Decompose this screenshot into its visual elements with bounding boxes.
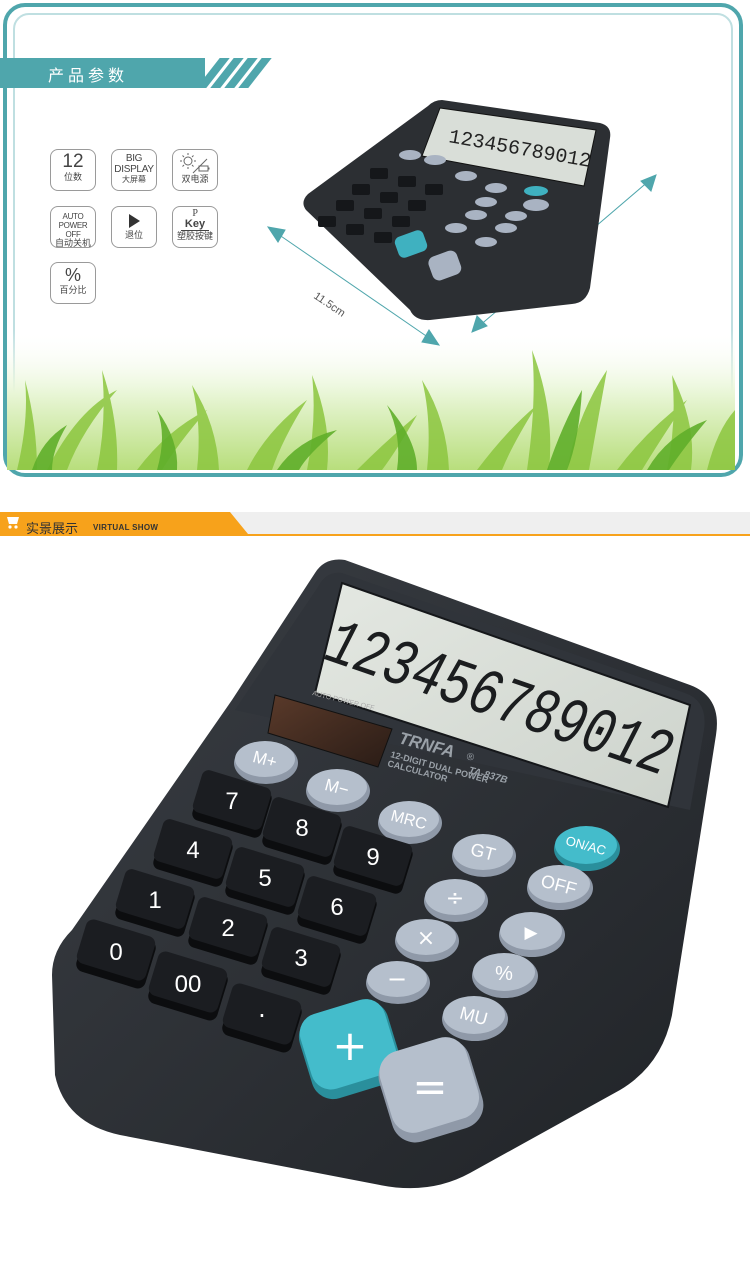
key-label: · — [258, 1002, 266, 1030]
key-label: 7 — [225, 788, 238, 815]
key-label: ▶ — [524, 923, 538, 943]
key-label: % — [495, 963, 513, 985]
key-label: + — [332, 1021, 367, 1070]
virtual-show-subtitle: VIRTUAL SHOW — [93, 523, 159, 532]
key-label: 6 — [330, 894, 343, 921]
calculator-thumbnail: 123456789012 — [303, 100, 611, 321]
key-label: = — [412, 1062, 447, 1111]
spec-panel: 产品参数 12 位数 BIG DISPLAY 大屏幕 双电源 AUTO POWE… — [0, 0, 750, 480]
key-label: 5 — [258, 865, 271, 892]
key-label: 00 — [175, 971, 202, 998]
virtual-show-title: 实景展示 — [26, 522, 79, 537]
key-label: 9 — [366, 844, 379, 871]
key-label: × — [417, 926, 435, 951]
calculator-photo: 123456789012 AUTO POWER OFF TRNFA ® TA-8… — [52, 559, 717, 1189]
key-label: 8 — [295, 815, 308, 842]
key-label: 4 — [186, 837, 199, 864]
key-label: 3 — [294, 945, 307, 972]
key-label: ÷ — [446, 886, 464, 911]
key-label: − — [387, 965, 407, 993]
key-label: 0 — [109, 939, 122, 966]
key-label: 2 — [221, 915, 234, 942]
key-label: 1 — [148, 887, 161, 914]
